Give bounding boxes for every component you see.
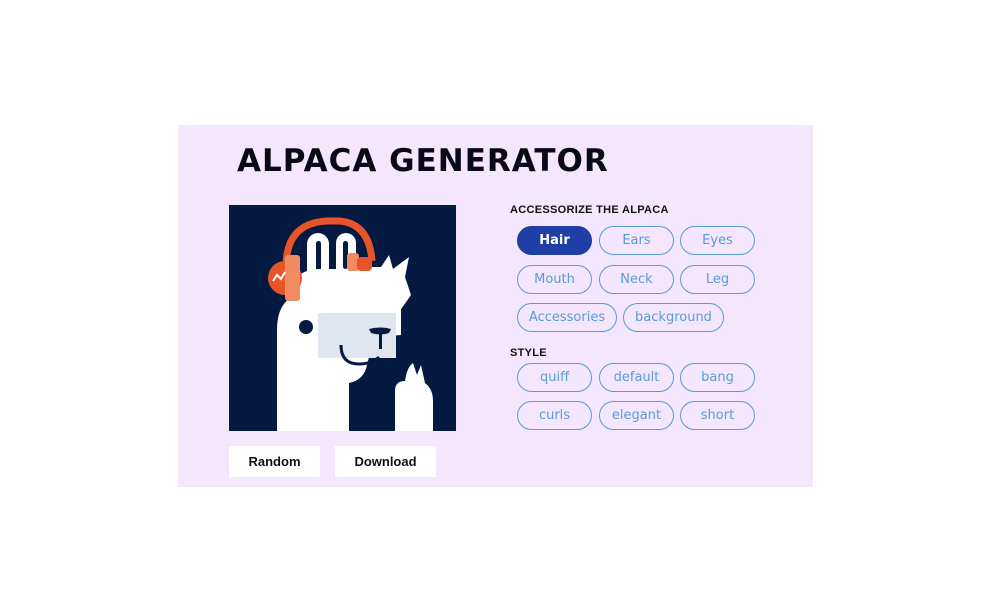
chip-eyes[interactable]: Eyes <box>680 226 755 255</box>
style-heading: STYLE <box>510 347 547 359</box>
download-button[interactable]: Download <box>335 446 436 477</box>
chip-leg[interactable]: Leg <box>680 265 755 294</box>
chip-style-curls[interactable]: curls <box>517 401 592 430</box>
accessorize-heading: ACCESSORIZE THE ALPACA <box>510 204 669 216</box>
chip-style-bang[interactable]: bang <box>680 363 755 392</box>
generator-panel: ALPACA GENERATOR Random Download ACCESSO… <box>178 125 813 487</box>
alpaca-preview <box>229 205 456 431</box>
alpaca-leg <box>395 363 433 431</box>
alpaca-image <box>268 217 433 431</box>
chip-style-quiff[interactable]: quiff <box>517 363 592 392</box>
chip-ears[interactable]: Ears <box>599 226 674 255</box>
random-button[interactable]: Random <box>229 446 320 477</box>
chip-mouth[interactable]: Mouth <box>517 265 592 294</box>
chip-style-default[interactable]: default <box>599 363 674 392</box>
chip-neck[interactable]: Neck <box>599 265 674 294</box>
alpaca-eye <box>299 320 313 334</box>
chip-accessories[interactable]: Accessories <box>517 303 617 332</box>
alpaca-snout <box>318 313 396 358</box>
chip-background[interactable]: background <box>623 303 724 332</box>
chip-style-short[interactable]: short <box>680 401 755 430</box>
chip-hair[interactable]: Hair <box>517 226 592 255</box>
chip-style-elegant[interactable]: elegant <box>599 401 674 430</box>
page-title: ALPACA GENERATOR <box>237 143 609 179</box>
